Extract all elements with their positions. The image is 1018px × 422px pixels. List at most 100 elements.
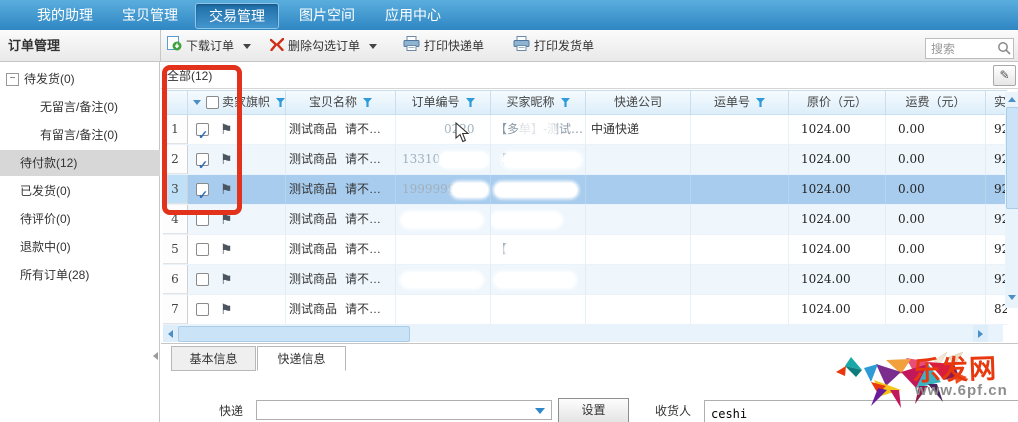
sidebar-item-pending-payment[interactable]: 待付款(12) [0, 150, 160, 176]
tracking-no-cell [691, 145, 789, 174]
col-header-shipping-fee[interactable]: 运费（元） [886, 91, 986, 114]
row-checkbox[interactable] [196, 213, 209, 226]
tracking-no-cell [691, 235, 789, 264]
product-name-cell: 测试商品请不… [286, 175, 396, 204]
nav-item-app-center[interactable]: 应用中心 [371, 0, 455, 30]
tree-label: 无留言/备注(0) [40, 94, 118, 120]
tree-label: 有留言/备注(0) [40, 122, 118, 148]
buyer-nick-cell [491, 265, 586, 294]
vertical-scroll-thumb[interactable] [1006, 107, 1018, 209]
download-orders-label: 下载订单 [186, 39, 234, 53]
tree-label: 所有订单(28) [20, 262, 89, 288]
scroll-right-button[interactable] [973, 325, 988, 342]
filter-icon[interactable] [466, 92, 475, 114]
chevron-down-icon[interactable] [243, 44, 251, 49]
col-header-buyer-nick[interactable]: 买家昵称 [491, 91, 586, 114]
chevron-down-icon[interactable] [535, 408, 545, 414]
scroll-down-button[interactable] [1008, 295, 1016, 300]
flag-icon[interactable]: ⚑ [220, 205, 233, 234]
filter-icon[interactable] [561, 92, 570, 114]
order-no-cell [396, 295, 491, 324]
sidebar-item-has-message[interactable]: 有留言/备注(0) [0, 122, 160, 148]
table-row[interactable]: 2⚑测试商品请不…133104【1024.000.0092 [163, 145, 1007, 175]
nav-item-image-space[interactable]: 图片空间 [285, 0, 369, 30]
flag-icon[interactable]: ⚑ [220, 175, 233, 204]
vertical-scrollbar[interactable] [1005, 92, 1018, 308]
chevron-down-icon[interactable] [369, 44, 377, 49]
table-row[interactable]: 7⚑测试商品请不…1024.000.0082 [163, 295, 1007, 325]
row-checkbox[interactable] [196, 183, 209, 196]
original-price-cell: 1024.00 [789, 175, 886, 204]
paid-amount-cell: 92 [986, 205, 1007, 234]
table-row[interactable]: 6⚑测试商品请不…1024.000.0092 [163, 265, 1007, 295]
col-header-product-name[interactable]: 宝贝名称 [286, 91, 396, 114]
horizontal-scrollbar[interactable] [163, 325, 1003, 342]
flag-icon[interactable]: ⚑ [220, 265, 233, 294]
sidebar-item-no-message[interactable]: 无留言/备注(0) [0, 94, 160, 120]
filter-icon[interactable] [756, 92, 765, 114]
col-header-seller-flag[interactable]: 卖家旗帜 [188, 91, 286, 114]
table-row[interactable]: 4⚑测试商品请不…测试1024.000.0092 [163, 205, 1007, 235]
product-name-cell: 测试商品请不… [286, 145, 396, 174]
settings-button[interactable]: 设置 [558, 398, 629, 422]
search-icon[interactable] [997, 41, 1011, 58]
flag-icon[interactable]: ⚑ [220, 295, 233, 324]
scroll-left-button[interactable] [163, 325, 178, 342]
paid-amount-cell: 92 [986, 175, 1007, 204]
row-checkbox[interactable] [196, 153, 209, 166]
row-checkbox[interactable] [196, 273, 209, 286]
flag-icon[interactable]: ⚑ [220, 145, 233, 174]
flag-cell: ⚑ [188, 205, 286, 234]
tab-express-info[interactable]: 快递信息 [257, 346, 346, 371]
receiver-input[interactable] [704, 400, 1018, 422]
row-number: 7 [163, 295, 188, 324]
original-price-cell: 1024.00 [789, 205, 886, 234]
sidebar-item-refunding[interactable]: 退款中(0) [0, 234, 160, 260]
sidebar-collapse-handle[interactable] [153, 352, 158, 360]
print-express-sheet-button[interactable]: 打印快递单 [403, 30, 484, 62]
original-price-cell: 1024.00 [789, 145, 886, 174]
row-checkbox[interactable] [196, 123, 209, 136]
col-header-original-price[interactable]: 原价（元） [789, 91, 886, 114]
select-all-checkbox[interactable] [206, 96, 219, 109]
sidebar-item-all-orders[interactable]: 所有订单(28) [0, 262, 160, 288]
table-row[interactable]: 3⚑测试商品请不…199999901024.000.0092 [163, 175, 1007, 205]
tree-label: 已发货(0) [20, 178, 71, 204]
nav-item-assistant[interactable]: 我的助理 [25, 0, 105, 30]
row-checkbox[interactable] [196, 303, 209, 316]
table-row[interactable]: 1⚑测试商品请不…0220【多单】-测试…中通快递1024.000.0092 [163, 115, 1007, 145]
tracking-no-cell [691, 205, 789, 234]
row-checkbox[interactable] [196, 243, 209, 256]
buyer-nick-cell [491, 295, 586, 324]
buyer-nick-cell [491, 175, 586, 204]
col-header-paid[interactable]: 实 [986, 91, 1007, 114]
tab-basic-info[interactable]: 基本信息 [171, 346, 256, 371]
nav-item-trade[interactable]: 交易管理 [195, 3, 279, 29]
tab-all-orders[interactable]: 全部(12) [167, 67, 212, 84]
scroll-up-button[interactable] [1008, 97, 1016, 102]
chevron-down-icon[interactable] [193, 100, 201, 105]
flag-icon[interactable]: ⚑ [220, 115, 233, 144]
print-invoice-button[interactable]: 打印发货单 [513, 30, 594, 62]
horizontal-scroll-thumb[interactable] [178, 326, 410, 342]
edit-columns-button[interactable]: ✎ [993, 65, 1016, 86]
table-row[interactable]: 5⚑测试商品请不…【1024.000.0092 [163, 235, 1007, 265]
express-select[interactable] [256, 400, 552, 420]
filter-icon[interactable] [276, 92, 285, 114]
filter-icon[interactable] [363, 92, 372, 114]
order-no-cell [396, 235, 491, 264]
col-header-tracking-no[interactable]: 运单号 [691, 91, 789, 114]
delete-checked-orders-button[interactable]: 删除勾选订单 [270, 30, 377, 62]
sidebar-item-pending-review[interactable]: 待评价(0) [0, 206, 160, 232]
collapse-minus-icon[interactable]: − [6, 73, 19, 86]
flag-icon[interactable]: ⚑ [220, 235, 233, 264]
toolbar-band [0, 30, 1018, 62]
nav-item-products[interactable]: 宝贝管理 [110, 0, 190, 30]
col-header-label: 订单编号 [411, 95, 459, 109]
col-header-express-company[interactable]: 快递公司 [586, 91, 691, 114]
download-orders-button[interactable]: 下载订单 [167, 30, 251, 62]
sidebar-item-shipped[interactable]: 已发货(0) [0, 178, 160, 204]
col-header-order-no[interactable]: 订单编号 [396, 91, 491, 114]
sidebar-item-pending-ship[interactable]: − 待发货(0) [0, 66, 160, 92]
search-input[interactable] [929, 40, 995, 57]
